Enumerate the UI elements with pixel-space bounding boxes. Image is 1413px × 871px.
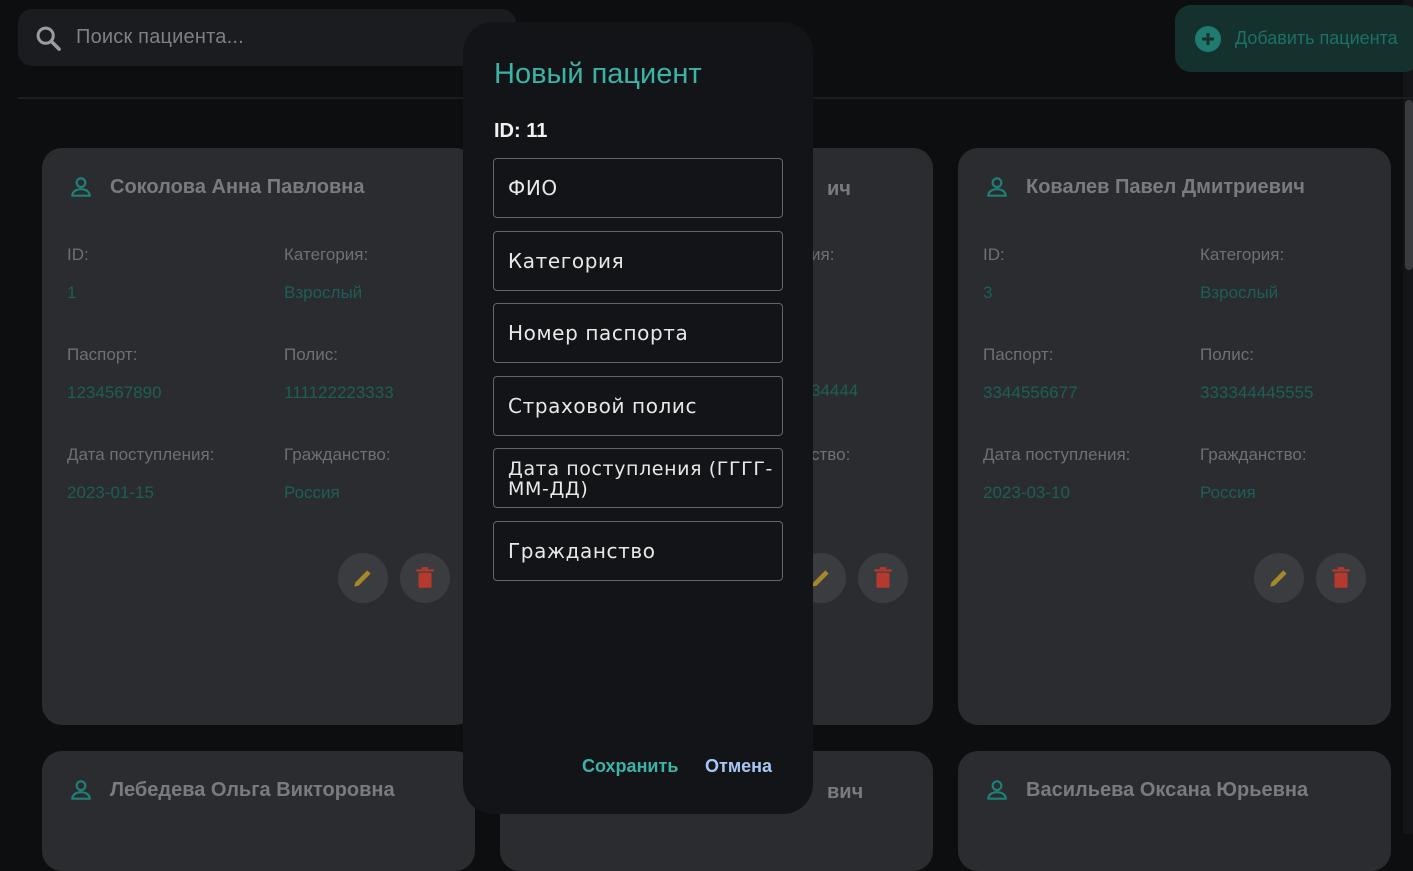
person-icon bbox=[71, 780, 91, 800]
admission-value: 2023-01-15 bbox=[67, 483, 154, 502]
patient-name: Васильева Оксана Юрьевна bbox=[1026, 778, 1309, 801]
delete-icon bbox=[416, 567, 434, 588]
category-value: Взрослый bbox=[1200, 283, 1279, 302]
new-patient-id: ID: 11 bbox=[494, 120, 548, 142]
patient-card: Васильева Оксана Юрьевна bbox=[958, 751, 1391, 871]
delete-button[interactable] bbox=[858, 553, 908, 603]
category-label: Категория: bbox=[1200, 245, 1285, 264]
policy-field[interactable]: Страховой полис bbox=[493, 376, 783, 436]
citizenship-label: Гражданство: bbox=[1200, 445, 1307, 464]
full-name-field[interactable]: ФИО bbox=[493, 158, 783, 218]
admission-label: Дата поступления: bbox=[983, 445, 1131, 464]
dialog-title: Новый пациент bbox=[494, 58, 702, 90]
full-name-placeholder: ФИО bbox=[508, 176, 558, 200]
passport-label: Паспорт: bbox=[67, 345, 138, 364]
add-patient-label: Добавить пациента bbox=[1235, 28, 1398, 48]
id-label: ID: bbox=[67, 245, 89, 264]
search-input[interactable]: Поиск пациента... bbox=[76, 26, 244, 49]
patient-card: Лебедева Ольга Викторовна bbox=[42, 751, 475, 871]
policy-value: 333344445555 bbox=[1200, 383, 1314, 402]
citizenship-placeholder: Гражданство bbox=[508, 539, 656, 563]
edit-icon bbox=[354, 570, 371, 587]
id-label: ID: bbox=[983, 245, 1005, 264]
search-bar[interactable]: Поиск пациента... bbox=[18, 9, 516, 66]
add-patient-button[interactable]: Добавить пациента bbox=[1175, 5, 1413, 72]
person-icon bbox=[71, 177, 91, 197]
policy-value: 111122223333 bbox=[284, 383, 394, 402]
category-field[interactable]: Категория bbox=[493, 231, 783, 291]
add-circle-icon bbox=[1195, 25, 1221, 52]
delete-icon bbox=[874, 567, 892, 588]
delete-button[interactable] bbox=[400, 553, 450, 603]
category-label: Категория: bbox=[284, 245, 369, 264]
delete-button[interactable] bbox=[1316, 553, 1366, 603]
policy-label: Полис: bbox=[1200, 345, 1254, 364]
patient-card: Ковалев Павел Дмитриевич ID: 3 Категория:… bbox=[958, 148, 1391, 725]
delete-icon bbox=[1332, 567, 1350, 588]
admission-date-placeholder: Дата поступления (ГГГГ-ММ-ДД) bbox=[508, 458, 773, 500]
passport-value: 1234567890 bbox=[67, 383, 162, 402]
citizenship-value: Россия bbox=[1200, 483, 1256, 502]
cancel-button[interactable]: Отмена bbox=[705, 756, 772, 777]
patient-name: Ковалев Павел Дмитриевич bbox=[1026, 175, 1305, 198]
passport-label: Паспорт: bbox=[983, 345, 1054, 364]
category-label-partial: ия: bbox=[811, 245, 835, 264]
admission-date-field[interactable]: Дата поступления (ГГГГ-ММ-ДД) bbox=[493, 448, 783, 508]
passport-field[interactable]: Номер паспорта bbox=[493, 303, 783, 363]
category-placeholder: Категория bbox=[508, 249, 625, 273]
policy-label: Полис: bbox=[284, 345, 338, 364]
edit-button[interactable] bbox=[338, 553, 388, 603]
person-icon bbox=[987, 780, 1007, 800]
patient-name: Лебедева Ольга Викторовна bbox=[110, 778, 395, 801]
policy-value-partial: 34444 bbox=[811, 381, 859, 400]
id-value: 3 bbox=[983, 283, 993, 302]
citizenship-label-partial: ство: bbox=[811, 445, 851, 464]
passport-value: 3344556677 bbox=[983, 383, 1078, 402]
patient-name-partial: вич bbox=[827, 781, 864, 803]
passport-placeholder: Номер паспорта bbox=[508, 321, 689, 345]
edit-icon bbox=[1270, 570, 1287, 587]
citizenship-field[interactable]: Гражданство bbox=[493, 521, 783, 581]
citizenship-value: Россия bbox=[284, 483, 340, 502]
save-button[interactable]: Сохранить bbox=[582, 756, 678, 777]
scrollbar-thumb[interactable] bbox=[1405, 100, 1413, 270]
new-patient-dialog: Новый пациент ID: 11 ФИО Категория Номер… bbox=[463, 22, 813, 814]
patient-name-partial: ич bbox=[827, 178, 851, 200]
citizenship-label: Гражданство: bbox=[284, 445, 391, 464]
admission-value: 2023-03-10 bbox=[983, 483, 1070, 502]
edit-button[interactable] bbox=[1254, 553, 1304, 603]
patient-card: Соколова Анна Павловна ID: 1 Категория: Вз… bbox=[42, 148, 475, 725]
policy-placeholder: Страховой полис bbox=[508, 394, 698, 418]
search-icon bbox=[36, 26, 61, 51]
patient-name: Соколова Анна Павловна bbox=[110, 175, 365, 198]
id-value: 1 bbox=[67, 283, 77, 302]
admission-label: Дата поступления: bbox=[67, 445, 215, 464]
person-icon bbox=[987, 177, 1007, 197]
category-value: Взрослый bbox=[284, 283, 363, 302]
